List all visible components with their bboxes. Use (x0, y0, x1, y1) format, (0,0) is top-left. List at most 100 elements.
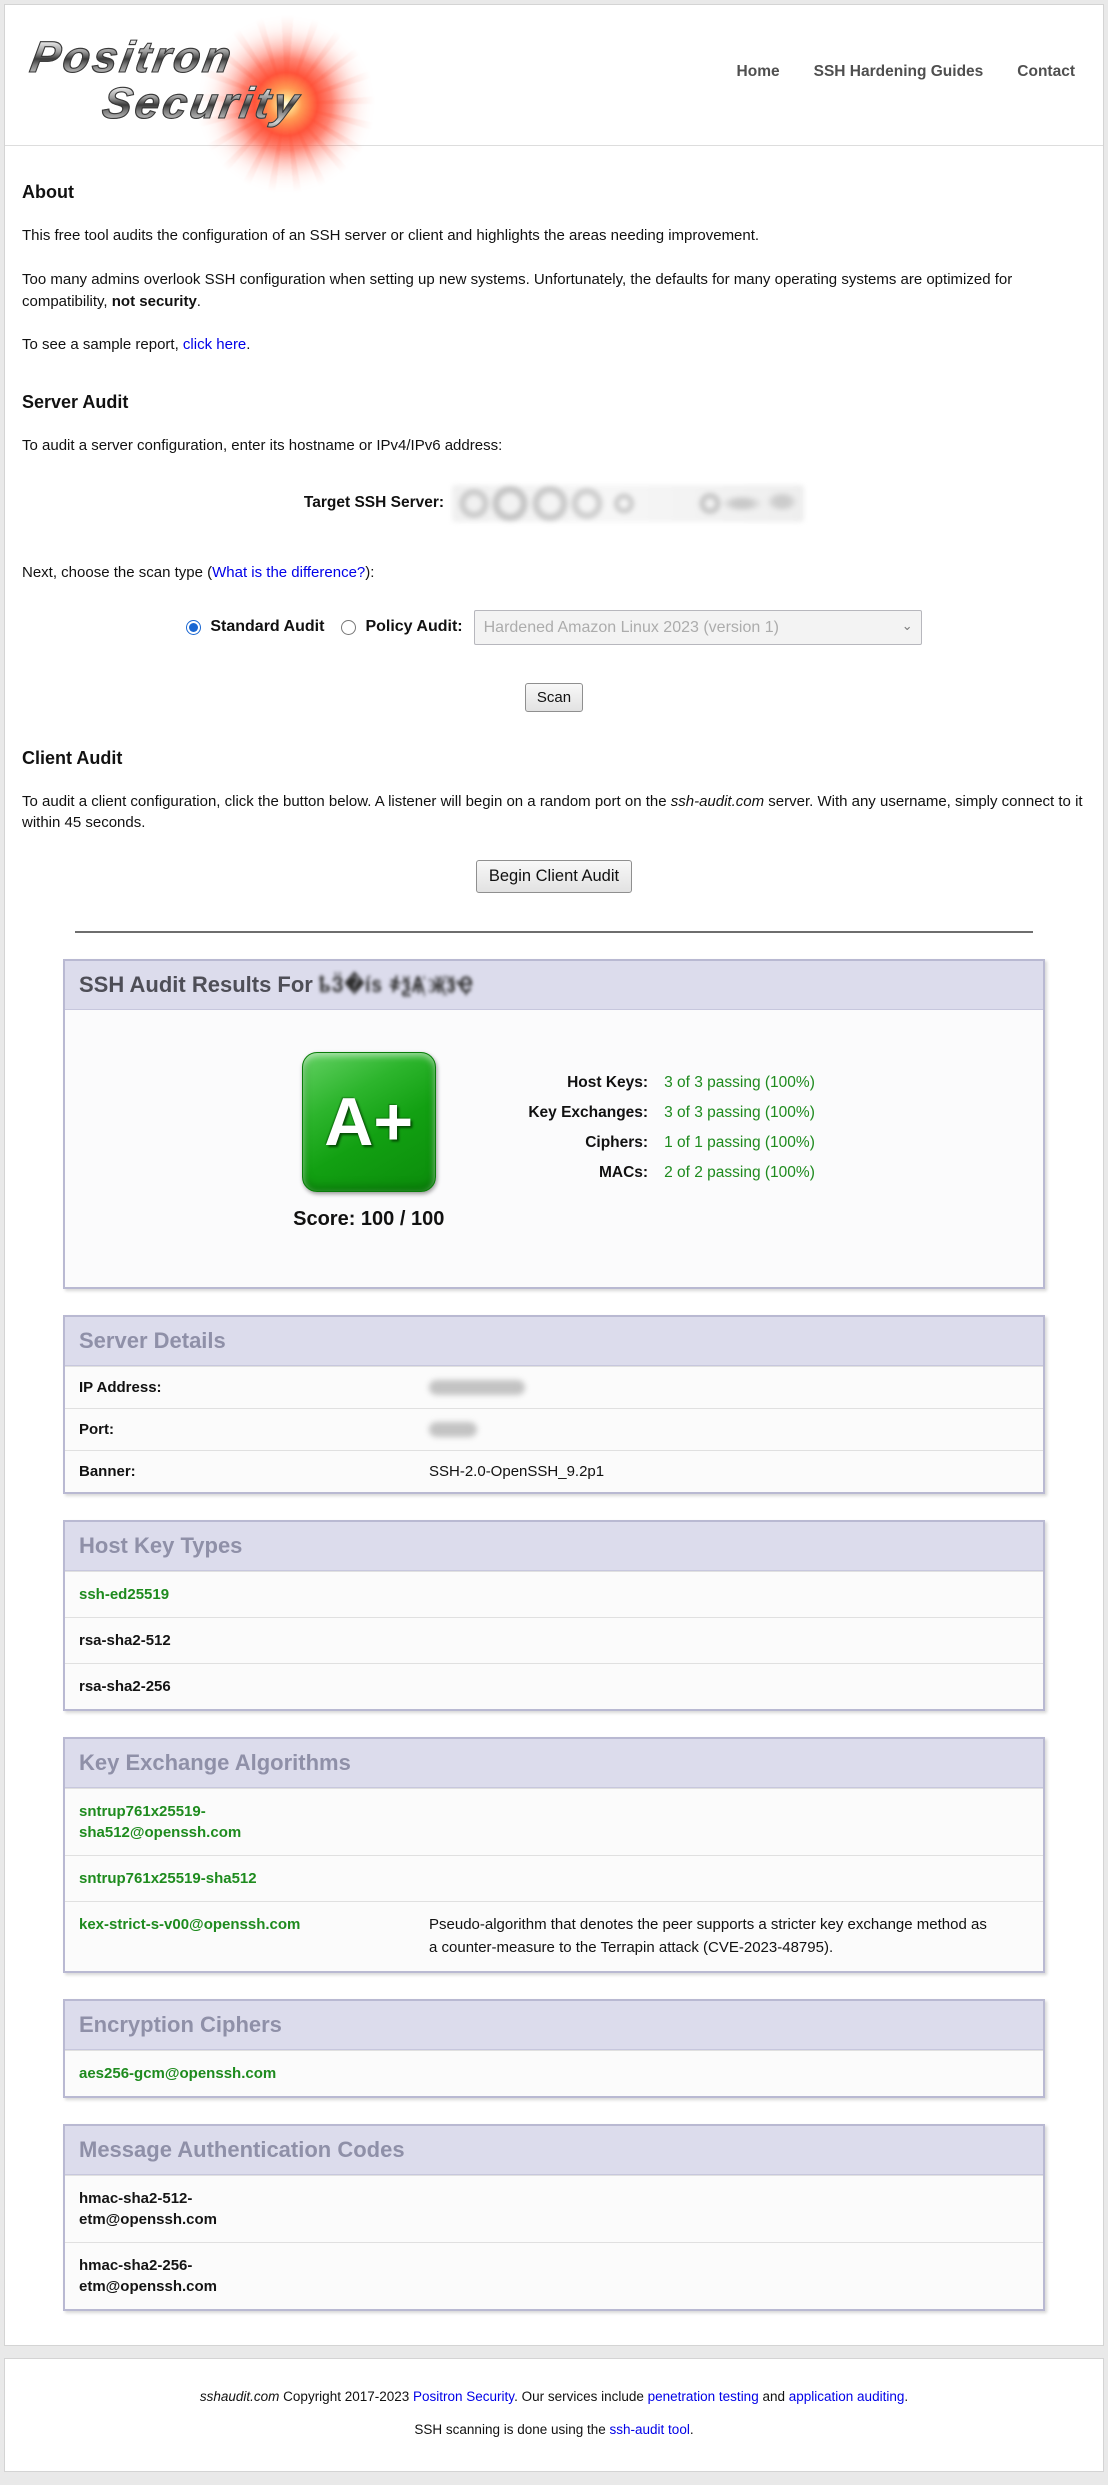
detail-value: SSH-2.0-OpenSSH_9.2p1 (429, 1463, 1029, 1480)
stat-value: 3 of 3 passing (100%) (664, 1074, 815, 1092)
footer-ssh-audit-tool-link[interactable]: ssh-audit tool (610, 2422, 690, 2437)
server-details-header: Server Details (65, 1317, 1043, 1366)
detail-row: Port: (65, 1408, 1043, 1450)
logo-text-positron: Positron (27, 33, 238, 83)
results-body: A+ Score: 100 / 100 Host Keys: 3 of 3 pa… (65, 1010, 1043, 1287)
target-server-row: Target SSH Server: (22, 485, 1086, 522)
grade-column: A+ Score: 100 / 100 (293, 1052, 444, 1231)
server-audit-heading: Server Audit (22, 392, 1086, 413)
algorithm-name: ssh-ed25519 (79, 1584, 329, 1605)
results-stats: Host Keys: 3 of 3 passing (100%) Key Exc… (528, 1074, 815, 1182)
algorithm-row: aes256-gcm@openssh.com (65, 2050, 1043, 2096)
positron-security-logo[interactable]: Positron Security (25, 19, 405, 145)
header-divider (5, 145, 1103, 146)
algorithm-note (429, 2188, 989, 2230)
algorithm-row: rsa-sha2-256 (65, 1663, 1043, 1709)
scan-button[interactable]: Scan (525, 683, 583, 712)
client-audit-paragraph: To audit a client configuration, click t… (22, 791, 1086, 835)
footer-scanning-text: SSH scanning is done using the (414, 2422, 609, 2437)
cipher-rows: aes256-gcm@openssh.com (65, 2050, 1043, 2096)
target-server-label: Target SSH Server: (304, 494, 444, 512)
detail-row: IP Address: (65, 1366, 1043, 1408)
detail-value (429, 1380, 525, 1395)
results-divider (75, 931, 1033, 933)
algorithm-note (429, 1584, 989, 1605)
footer-pentest-link[interactable]: penetration testing (648, 2389, 759, 2404)
algorithm-name: hmac-sha2-256-etm@openssh.com (79, 2255, 329, 2297)
footer-site-name: sshaudit.com (200, 2389, 280, 2404)
detail-label: Port: (79, 1421, 429, 1438)
stat-value: 2 of 2 passing (100%) (664, 1164, 815, 1182)
stat-value: 3 of 3 passing (100%) (664, 1104, 815, 1122)
main-nav: Home SSH Hardening Guides Contact (737, 63, 1075, 81)
algorithm-row: ssh-ed25519 (65, 1571, 1043, 1617)
footer-appaudit-link[interactable]: application auditing (789, 2389, 905, 2404)
algorithm-name: sntrup761x25519-sha512@openssh.com (79, 1801, 329, 1843)
nav-home[interactable]: Home (737, 63, 780, 81)
standard-audit-radio[interactable] (186, 620, 201, 635)
algorithm-row: sntrup761x25519-sha512@openssh.com (65, 1788, 1043, 1855)
results-title: SSH Audit Results For (79, 972, 313, 997)
mac-rows: hmac-sha2-512-etm@openssh.com hmac-sha2-… (65, 2175, 1043, 2309)
footer-period: . (904, 2389, 908, 2404)
algorithm-note (429, 1801, 989, 1843)
client-audit-domain: ssh-audit.com (671, 793, 764, 810)
nav-contact[interactable]: Contact (1017, 63, 1075, 81)
detail-value (429, 1422, 477, 1437)
nav-ssh-hardening-guides[interactable]: SSH Hardening Guides (814, 63, 984, 81)
ssh-audit-results-panel: SSH Audit Results For ҍӞ�ís ҂ѯѦ҉ ӝ҈ӟҾ A+… (63, 959, 1045, 1289)
macs-panel: Message Authentication Codes hmac-sha2-5… (63, 2124, 1045, 2311)
policy-select[interactable]: Hardened Amazon Linux 2023 (version 1) (474, 610, 922, 645)
grade-letter: A+ (324, 1083, 413, 1161)
algorithm-row: sntrup761x25519-sha512 (65, 1855, 1043, 1901)
site-header: Positron Security Home SSH Hardening Gui… (5, 5, 1103, 145)
algorithm-name: rsa-sha2-256 (79, 1676, 329, 1697)
sample-report-link[interactable]: click here (183, 336, 246, 353)
target-server-input[interactable] (452, 485, 804, 522)
grade-badge: A+ (302, 1052, 436, 1192)
detail-label: IP Address: (79, 1379, 429, 1396)
stat-label: MACs: (528, 1164, 648, 1182)
stat-label: Key Exchanges: (528, 1104, 648, 1122)
detail-row: Banner: SSH-2.0-OpenSSH_9.2p1 (65, 1450, 1043, 1492)
algorithm-note (429, 1630, 989, 1651)
algorithm-row: rsa-sha2-512 (65, 1617, 1043, 1663)
results-panel-header: SSH Audit Results For ҍӞ�ís ҂ѯѦ҉ ӝ҈ӟҾ (65, 961, 1043, 1010)
stat-label: Ciphers: (528, 1134, 648, 1152)
server-audit-intro: To audit a server configuration, enter i… (22, 435, 1086, 457)
algorithm-note (429, 2063, 989, 2084)
client-audit-text: To audit a client configuration, click t… (22, 793, 671, 810)
host-key-rows: ssh-ed25519 rsa-sha2-512 rsa-sha2-256 (65, 1571, 1043, 1709)
begin-client-audit-button[interactable]: Begin Client Audit (476, 860, 632, 893)
algorithm-note (429, 1676, 989, 1697)
footer-company-link[interactable]: Positron Security (413, 2389, 514, 2404)
logo-text-security: Security (99, 79, 305, 129)
scan-type-text: Next, choose the scan type ( (22, 564, 212, 581)
sample-report-text: To see a sample report, (22, 336, 183, 353)
stat-label: Host Keys: (528, 1074, 648, 1092)
key-exchange-header: Key Exchange Algorithms (65, 1739, 1043, 1788)
main-content-card: Positron Security Home SSH Hardening Gui… (4, 4, 1104, 2346)
sample-report-suffix: . (246, 336, 250, 353)
about-paragraph-2: Too many admins overlook SSH configurati… (22, 269, 1086, 313)
algorithm-note (429, 1868, 989, 1889)
stat-value: 1 of 1 passing (100%) (664, 1134, 815, 1152)
footer-and-text: and (759, 2389, 789, 2404)
about-p2-bold: not security (112, 293, 197, 310)
about-heading: About (22, 182, 1086, 203)
about-paragraph-1: This free tool audits the configuration … (22, 225, 1086, 247)
score-text: Score: 100 / 100 (293, 1208, 444, 1231)
detail-label: Banner: (79, 1463, 429, 1480)
about-paragraph-3: To see a sample report, click here. (22, 334, 1086, 356)
standard-audit-label: Standard Audit (210, 618, 324, 636)
policy-select-wrap: Hardened Amazon Linux 2023 (version 1) ⌄ (474, 610, 922, 645)
algorithm-name: rsa-sha2-512 (79, 1630, 329, 1651)
policy-audit-radio[interactable] (341, 620, 356, 635)
footer-line2-suffix: . (690, 2422, 694, 2437)
algorithm-name: kex-strict-s-v00@openssh.com (79, 1914, 329, 1959)
scan-type-difference-link[interactable]: What is the difference? (212, 564, 365, 581)
key-exchange-rows: sntrup761x25519-sha512@openssh.com sntru… (65, 1788, 1043, 1971)
algorithm-name: sntrup761x25519-sha512 (79, 1868, 329, 1889)
host-key-types-header: Host Key Types (65, 1522, 1043, 1571)
footer-line-2: SSH scanning is done using the ssh-audit… (15, 2422, 1093, 2437)
